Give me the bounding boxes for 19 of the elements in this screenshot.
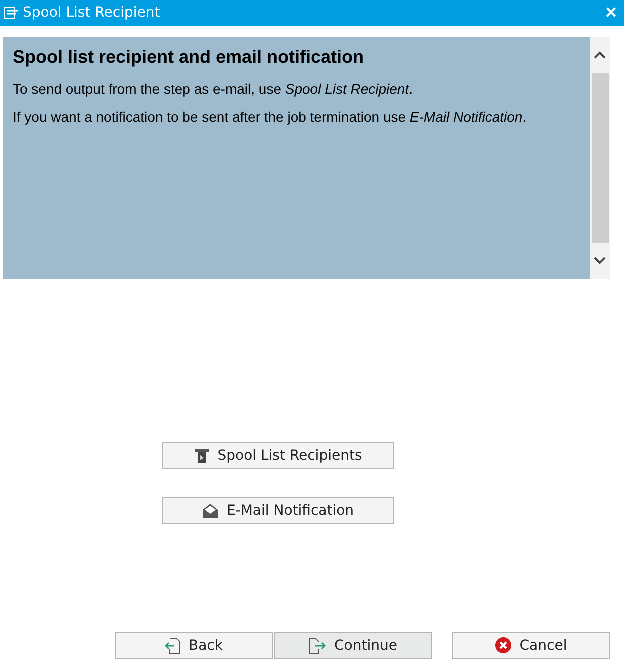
info-text: If you want a notification to be sent after the job termination use E-Mail Notification. <box>13 108 528 126</box>
email-notification-button[interactable]: E-Mail Notification <box>162 497 394 524</box>
scroll-down-icon[interactable] <box>594 257 606 265</box>
cancel-icon <box>494 637 512 654</box>
back-button[interactable]: Back <box>115 632 273 659</box>
info-heading: Spool list recipient and email notification <box>13 47 366 68</box>
printer-icon <box>194 448 210 464</box>
envelope-icon <box>202 502 219 518</box>
info-text: To send output from the step as e-mail, use Spool List Recipient. <box>13 80 414 98</box>
window-title: Spool List Recipient <box>23 5 162 21</box>
scrollbar[interactable] <box>590 37 610 279</box>
forward-icon <box>308 636 327 654</box>
window-icon <box>4 7 19 19</box>
spool-recipients-button[interactable]: Spool List Recipients <box>162 442 394 469</box>
continue-button[interactable]: Continue <box>274 632 432 659</box>
scroll-up-icon[interactable] <box>594 51 606 59</box>
back-icon <box>165 636 181 654</box>
cancel-button[interactable]: Cancel <box>452 632 610 659</box>
scroll-thumb[interactable] <box>592 73 608 243</box>
